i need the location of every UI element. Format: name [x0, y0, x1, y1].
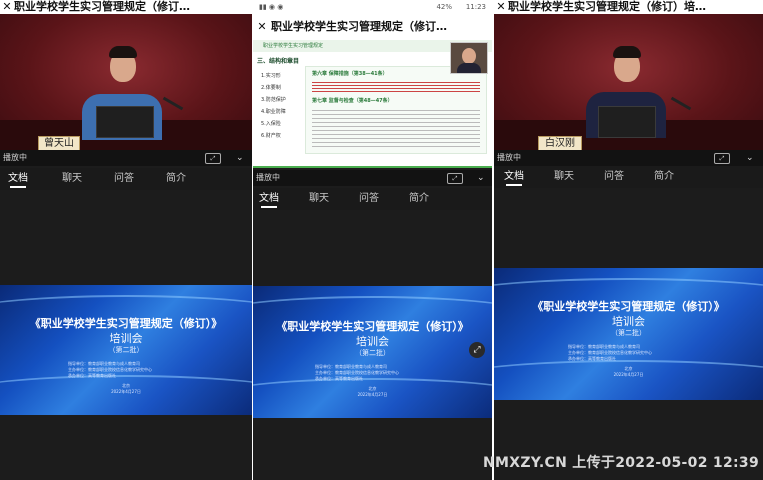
- slide-text-lines: [312, 80, 480, 94]
- stream-panel-2: ▮▮ ◉ ◉ 42% 11:23 ✕ 职业学校学生实习管理规定（修订… 职业学校学…: [253, 0, 492, 480]
- slide-text-lines: [312, 107, 480, 147]
- window-title: 职业学校学生实习管理规定（修订…: [14, 0, 190, 13]
- window-titlebar: ✕ 职业学校学生实习管理规定（修订…: [0, 0, 252, 14]
- stream-panel-3: ✕ 职业学校学生实习管理规定（修订）培… 白汉刚 播放中 ⤢ ⌄ 文档 聊天 问答…: [494, 0, 763, 480]
- stream-panel-1: ✕ 职业学校学生实习管理规定（修订… 曾天山 播放中 ⤢ ⌄ 文档 聊天 问答 简…: [0, 0, 252, 480]
- close-icon[interactable]: ✕: [494, 0, 508, 14]
- signal-icons: ▮▮ ◉ ◉: [259, 3, 284, 11]
- window-title: 职业学校学生实习管理规定（修订…: [271, 20, 447, 33]
- training-banner: 《职业学校学生实习管理规定（修订）》 培训会 （第二批） 指导单位：教育部职业教…: [494, 268, 763, 400]
- close-icon[interactable]: ✕: [0, 0, 14, 14]
- banner-orgs: 指导单位：教育部职业教育与成人教育司 主办单位：教育部职业院校信息化教学研究中心承…: [568, 344, 652, 361]
- banner-subtitle: 培训会: [356, 335, 389, 348]
- player-status-bar: 播放中 ⤢ ⌄: [253, 170, 492, 186]
- tab-intro[interactable]: 简介: [654, 166, 674, 188]
- tab-bar: 文档 聊天 问答 简介: [0, 168, 252, 190]
- tab-qa[interactable]: 问答: [604, 166, 624, 188]
- laptop: [96, 106, 154, 138]
- fullscreen-icon[interactable]: ⤢: [205, 153, 221, 164]
- nameplate: 曾天山: [38, 136, 80, 150]
- tab-docs[interactable]: 文档: [8, 168, 28, 190]
- tab-docs[interactable]: 文档: [504, 166, 524, 188]
- slide-toc: 1.实习形 2.体要制 3.防范保护 4.职业防障 5.入保险 6.财产权: [261, 73, 286, 139]
- banner-subtitle: 培训会: [109, 332, 143, 345]
- banner-orgs: 指导单位：教育部职业教育与成人教育司 主办单位：教育部职业院校信息化教学研究中心承…: [315, 364, 399, 381]
- chevron-down-icon[interactable]: ⌄: [477, 170, 485, 186]
- tab-qa[interactable]: 问答: [114, 168, 134, 190]
- laptop: [598, 106, 656, 138]
- document-area: 《职业学校学生实习管理规定（修订）》 培训会 （第二批） 指导单位：教育部职业教…: [494, 188, 763, 480]
- chevron-down-icon[interactable]: ⌄: [746, 150, 754, 166]
- speaker-video[interactable]: 曾天山: [0, 14, 252, 150]
- training-banner: 《职业学校学生实习管理规定（修订）》 培训会 （第二批） 指导单位：教育部职业教…: [0, 285, 252, 415]
- clock: 11:23: [465, 3, 486, 11]
- battery-level: 42%: [436, 3, 452, 11]
- slide-preview[interactable]: 职业学校学生实习管理规定 三、结构和章目 1.实习形 2.体要制 3.防范保护 …: [253, 40, 492, 168]
- banner-batch: （第二批）: [108, 346, 144, 354]
- banner-title: 《职业学校学生实习管理规定（修订）》: [276, 320, 469, 333]
- banner-batch: （第二批）: [355, 349, 390, 357]
- phone-status-bar: ▮▮ ◉ ◉ 42% 11:23: [253, 0, 492, 14]
- tab-qa[interactable]: 问答: [359, 188, 379, 210]
- banner-title: 《职业学校学生实习管理规定（修订）》: [29, 317, 223, 330]
- tab-chat[interactable]: 聊天: [554, 166, 574, 188]
- status-text: 播放中: [3, 153, 27, 162]
- banner-title: 《职业学校学生实习管理规定（修订）》: [532, 300, 725, 313]
- tab-intro[interactable]: 简介: [409, 188, 429, 210]
- status-text: 播放中: [256, 173, 280, 182]
- banner-batch: （第二批）: [611, 329, 646, 337]
- upload-watermark: NMXZY.CN 上传于2022-05-02 12:39: [483, 455, 759, 471]
- player-status-bar: 播放中 ⤢ ⌄: [494, 150, 763, 166]
- window-titlebar: ✕ 职业学校学生实习管理规定（修订）培…: [494, 0, 763, 14]
- window-titlebar: ✕ 职业学校学生实习管理规定（修订…: [253, 14, 492, 40]
- speaker-pip-video[interactable]: [450, 42, 488, 74]
- banner-subtitle: 培训会: [612, 315, 645, 328]
- tab-bar: 文档 聊天 问答 简介: [494, 166, 763, 188]
- document-area: 《职业学校学生实习管理规定（修订）》 培训会 （第二批） 指导单位：教育部职业教…: [0, 190, 252, 480]
- status-text: 播放中: [497, 153, 521, 162]
- nameplate: 白汉刚: [538, 136, 582, 150]
- training-banner: 《职业学校学生实习管理规定（修订）》 培训会 （第二批） 指导单位：教育部职业教…: [253, 286, 492, 418]
- fullscreen-icon[interactable]: ⤢: [447, 173, 463, 184]
- slide-content-box: 第六章 保障措施（第38—41条） 第七章 监督与检查（第48—47条）: [305, 66, 487, 154]
- fullscreen-icon[interactable]: ⤢: [714, 153, 730, 164]
- slide-section: 三、结构和章目: [257, 58, 300, 65]
- chevron-down-icon[interactable]: ⌄: [236, 150, 244, 166]
- document-area: 《职业学校学生实习管理规定（修订）》 培训会 （第二批） 指导单位：教育部职业教…: [253, 210, 492, 480]
- window-title: 职业学校学生实习管理规定（修订）培…: [508, 0, 706, 13]
- banner-footer: 北京 2022年4月27日: [111, 383, 141, 394]
- tab-docs[interactable]: 文档: [259, 188, 279, 210]
- expand-icon[interactable]: ⤢: [469, 342, 485, 358]
- tab-chat[interactable]: 聊天: [62, 168, 82, 190]
- speaker-video[interactable]: 白汉刚: [494, 14, 763, 150]
- tab-chat[interactable]: 聊天: [309, 188, 329, 210]
- banner-footer: 北京 2022年4月27日: [357, 386, 388, 397]
- close-icon[interactable]: ✕: [253, 14, 271, 40]
- tab-bar: 文档 聊天 问答 简介: [253, 188, 492, 210]
- banner-footer: 北京 2022年4月27日: [613, 366, 644, 377]
- banner-orgs: 指导单位：教育部职业教育与成人教育司 主办单位：教育部职业院校信息化教学研究中心承…: [68, 361, 152, 378]
- tab-intro[interactable]: 简介: [166, 168, 186, 190]
- player-status-bar: 播放中 ⤢ ⌄: [0, 150, 252, 166]
